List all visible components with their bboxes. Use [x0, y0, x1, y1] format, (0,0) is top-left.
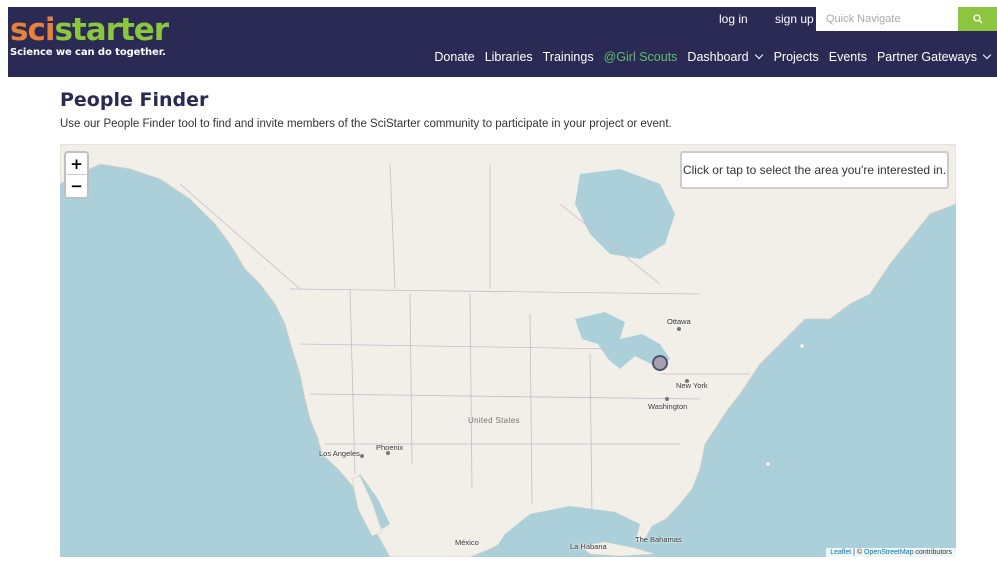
people-finder-map[interactable]: + − Click or tap to select the area you'… — [60, 144, 956, 557]
label-ottawa: Ottawa — [667, 317, 691, 326]
ottawa-dot — [677, 327, 681, 331]
page-description: Use our People Finder tool to find and i… — [60, 118, 672, 130]
logo-wordmark: scistarter — [10, 12, 169, 48]
attribution-suffix: contributors — [913, 549, 952, 556]
zoom-control: + − — [64, 151, 89, 199]
nav-events[interactable]: Events — [829, 50, 867, 64]
chevron-down-icon — [982, 50, 992, 60]
nav-girl-scouts[interactable]: @Girl Scouts — [604, 50, 678, 64]
search-icon — [972, 14, 982, 24]
washington-dot — [665, 397, 669, 401]
osm-link[interactable]: OpenStreetMap — [864, 549, 913, 556]
nav-dashboard[interactable]: Dashboard — [687, 50, 763, 64]
zoom-in-button[interactable]: + — [66, 153, 87, 175]
label-washington: Washington — [648, 402, 688, 411]
page-title: People Finder — [60, 89, 209, 111]
los-angeles-dot — [360, 454, 364, 458]
nav-partner-gateways-label: Partner Gateways — [876, 50, 977, 64]
label-mexico: México — [455, 538, 479, 547]
map-hint-box: Click or tap to select the area you're i… — [680, 151, 949, 189]
logo-starter: starter — [54, 12, 169, 48]
main-nav: Donate Libraries Trainings @Girl Scouts … — [434, 50, 992, 64]
attribution-separator: | © — [851, 549, 865, 556]
north-america-landmass — [60, 144, 956, 557]
scistarter-logo[interactable]: scistarter Science we can do together. — [10, 12, 169, 58]
login-link[interactable]: log in — [719, 12, 748, 26]
logo-tagline: Science we can do together. — [10, 47, 166, 58]
nav-donate[interactable]: Donate — [434, 50, 474, 64]
nav-libraries[interactable]: Libraries — [485, 50, 533, 64]
chevron-down-icon — [754, 50, 763, 60]
map-tiles — [60, 144, 956, 557]
nav-trainings[interactable]: Trainings — [543, 50, 594, 64]
leaflet-link[interactable]: Leaflet — [830, 549, 851, 556]
label-la-habana: La Habana — [570, 542, 607, 551]
label-new-york: New York — [676, 381, 708, 390]
logo-sci: sci — [10, 12, 55, 48]
search-button[interactable] — [958, 7, 997, 31]
label-united-states: United States — [468, 416, 520, 425]
site-header: scistarter Science we can do together. l… — [8, 7, 997, 77]
map-attribution: Leaflet | © OpenStreetMap contributors — [826, 548, 956, 557]
selected-area-marker[interactable] — [652, 355, 668, 371]
nav-projects[interactable]: Projects — [774, 50, 819, 64]
quick-navigate-input[interactable] — [816, 7, 966, 31]
label-phoenix: Phoenix — [376, 443, 404, 452]
label-bahamas: The Bahamas — [635, 535, 682, 544]
nav-partner-gateways[interactable]: Partner Gateways — [877, 50, 992, 64]
frame-edge — [0, 0, 6, 574]
nav-dashboard-label: Dashboard — [687, 50, 749, 64]
label-los-angeles: Los Angeles — [319, 449, 360, 458]
signup-link[interactable]: sign up — [775, 12, 814, 26]
zoom-out-button[interactable]: − — [66, 175, 87, 197]
